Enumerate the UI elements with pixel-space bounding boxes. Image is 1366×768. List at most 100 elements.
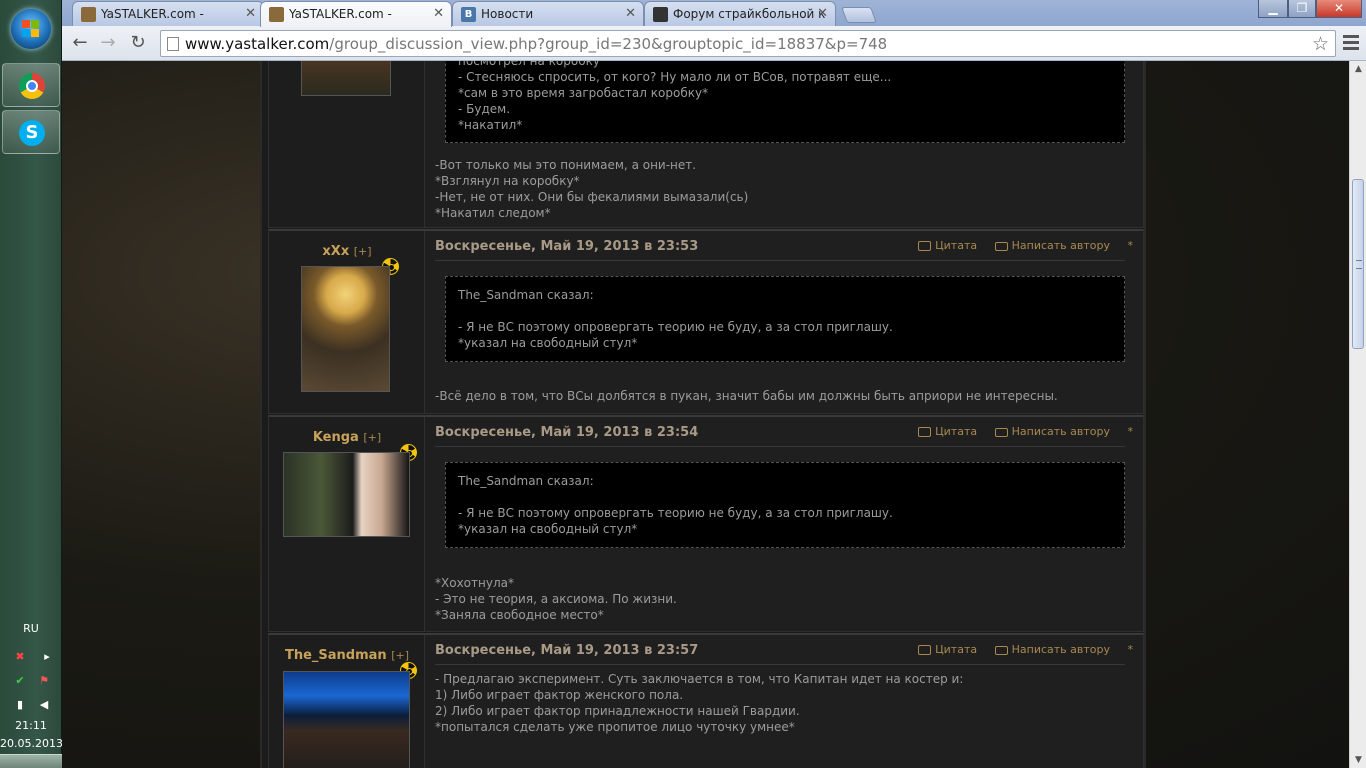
write-author-link[interactable]: Написать автору <box>994 239 1110 252</box>
new-tab-button[interactable] <box>841 7 877 23</box>
post-author[interactable]: Kenga [+] <box>269 430 425 445</box>
author-name[interactable]: Kenga <box>313 430 359 445</box>
signal-icon[interactable]: ▮ <box>13 698 27 712</box>
text-line: -Вот только мы это понимаем, а они-нет. <box>435 158 697 172</box>
start-button[interactable] <box>11 9 51 49</box>
clock-date[interactable]: 20.05.2013 <box>0 737 63 750</box>
user-avatar[interactable] <box>301 266 390 392</box>
security-icon[interactable]: ✔ <box>13 674 27 688</box>
quote-line: - Я не ВС поэтому опровергать теорию не … <box>458 506 893 520</box>
author-plus-link[interactable]: [+] <box>391 649 409 662</box>
tray-expand-icon[interactable]: ▸ <box>40 650 54 664</box>
author-name[interactable]: xXx <box>322 244 349 259</box>
mail-icon <box>994 427 1008 437</box>
language-indicator[interactable]: RU <box>0 622 62 635</box>
post-actions: Цитата Написать автору * <box>904 425 1133 438</box>
windows-taskbar: S RU ✖ ▸ ✔ ⚑ ▮ ◀ 21:11 20.05.2013 <box>0 0 63 768</box>
scrollbar-thumb[interactable] <box>1352 179 1364 349</box>
forum-content: посмотрел на коробку - Стесняюсь спросит… <box>260 61 1146 768</box>
user-avatar[interactable] <box>301 61 391 96</box>
forum-post: xXx [+] Воскресенье, Май 19, 2013 в 23:5… <box>268 229 1144 414</box>
chrome-icon <box>19 73 45 99</box>
post-date: Воскресенье, Май 19, 2013 в 23:57 <box>435 643 699 658</box>
post-text: - Предлагаю эксперимент. Суть заключаетс… <box>435 671 963 735</box>
post-text: -Всё дело в том, что ВСы долбятся в пука… <box>435 388 1058 404</box>
text-line: -Всё дело в том, что ВСы долбятся в пука… <box>435 389 1058 403</box>
clock-time[interactable]: 21:11 <box>0 719 62 732</box>
post-star-link[interactable]: * <box>1128 239 1134 252</box>
user-avatar[interactable] <box>283 452 410 537</box>
post-text: *Хохотнула* - Это не теория, а аксиома. … <box>435 575 677 623</box>
quote-line: The_Sandman сказал: <box>458 288 594 302</box>
text-line: *попытался сделать уже пропитое лицо чут… <box>435 720 795 734</box>
forward-button[interactable]: → <box>96 32 120 54</box>
tab-vk-news[interactable]: В Новости ✕ <box>452 1 644 26</box>
close-tab-icon[interactable]: ✕ <box>817 6 828 21</box>
quote-line: - Стесняюсь спросить, от кого? Ну мало л… <box>458 70 892 84</box>
taskbar-skype-button[interactable]: S <box>2 110 60 154</box>
author-name[interactable]: The_Sandman <box>285 648 387 663</box>
post-divider <box>435 260 1125 261</box>
reload-button[interactable]: ↻ <box>126 32 150 54</box>
post-star-link[interactable]: * <box>1128 425 1134 438</box>
browser-window: YaSTALKER.com - ✕ YaSTALKER.com - ✕ В Но… <box>62 0 1366 768</box>
mail-icon <box>994 241 1008 251</box>
forum-post: посмотрел на коробку - Стесняюсь спросит… <box>268 61 1144 228</box>
write-author-link[interactable]: Написать автору <box>994 643 1110 656</box>
quote-line: посмотрел на коробку <box>458 61 600 68</box>
quote-link[interactable]: Цитата <box>918 425 977 438</box>
post-date: Воскресенье, Май 19, 2013 в 23:53 <box>435 239 699 254</box>
quote-label: Цитата <box>935 425 978 438</box>
write-author-label: Написать автору <box>1011 643 1110 656</box>
close-tab-icon[interactable]: ✕ <box>245 6 256 21</box>
post-actions: Цитата Написать автору * <box>904 643 1133 656</box>
maximize-button[interactable]: ❐ <box>1288 0 1316 18</box>
network-error-icon[interactable]: ✖ <box>13 650 27 664</box>
tab-yastalker-2[interactable]: YaSTALKER.com - ✕ <box>260 1 452 27</box>
back-button[interactable]: ← <box>68 32 92 54</box>
text-line: -Нет, не от них. Они бы фекалиями вымаза… <box>435 190 749 204</box>
write-author-label: Написать автору <box>1011 425 1110 438</box>
author-plus-link[interactable]: [+] <box>363 431 381 444</box>
action-center-icon[interactable]: ⚑ <box>37 674 51 688</box>
post-author[interactable]: The_Sandman [+] <box>269 648 425 663</box>
post-text: -Вот только мы это понимаем, а они-нет. … <box>435 157 748 221</box>
quote-line: The_Sandman сказал: <box>458 474 594 488</box>
bookmark-star-icon[interactable]: ☆ <box>1312 33 1329 55</box>
user-avatar[interactable] <box>283 671 410 768</box>
volume-icon[interactable]: ◀ <box>37 698 51 712</box>
text-line: 2) Либо играет фактор принадлежности наш… <box>435 704 800 718</box>
page-scrollbar[interactable]: ▲ ▼ <box>1349 61 1366 768</box>
tab-forum[interactable]: Форум страйкбольной к ✕ <box>644 1 836 26</box>
post-divider <box>435 446 1125 447</box>
tab-yastalker-1[interactable]: YaSTALKER.com - ✕ <box>72 1 264 26</box>
mail-icon <box>994 645 1008 655</box>
text-line: 1) Либо играет фактор женского пола. <box>435 688 684 702</box>
chrome-menu-icon[interactable] <box>1340 32 1362 54</box>
write-author-link[interactable]: Написать автору <box>994 425 1110 438</box>
tab-title: YaSTALKER.com - <box>101 7 204 21</box>
close-tab-icon[interactable]: ✕ <box>625 6 636 21</box>
scroll-up-arrow[interactable]: ▲ <box>1350 61 1366 77</box>
text-line: *Накатил следом* <box>435 206 551 220</box>
post-date: Воскресенье, Май 19, 2013 в 23:54 <box>435 425 699 440</box>
scroll-down-arrow[interactable]: ▼ <box>1350 752 1366 768</box>
address-bar[interactable]: www.yastalker.com/group_discussion_view.… <box>160 30 1336 57</box>
minimize-button[interactable]: ▁ <box>1258 0 1288 18</box>
close-window-button[interactable]: ✕ <box>1316 0 1362 18</box>
close-tab-icon[interactable]: ✕ <box>433 6 444 21</box>
show-desktop-button[interactable] <box>0 754 62 768</box>
post-star-link[interactable]: * <box>1128 643 1134 656</box>
post-author-column: xXx [+] <box>269 231 425 413</box>
quote-icon <box>918 427 932 437</box>
quote-link[interactable]: Цитата <box>918 239 977 252</box>
text-line: - Предлагаю эксперимент. Суть заключаетс… <box>435 672 964 686</box>
url-path: /group_discussion_view.php?group_id=230&… <box>329 35 888 53</box>
quote-link[interactable]: Цитата <box>918 643 977 656</box>
author-plus-link[interactable]: [+] <box>354 245 372 258</box>
post-author-column: The_Sandman [+] <box>269 635 425 768</box>
forum-post: The_Sandman [+] Воскресенье, Май 19, 201… <box>268 633 1144 768</box>
page-icon <box>167 37 179 51</box>
post-author[interactable]: xXx [+] <box>269 244 425 259</box>
taskbar-chrome-button[interactable] <box>2 63 60 107</box>
